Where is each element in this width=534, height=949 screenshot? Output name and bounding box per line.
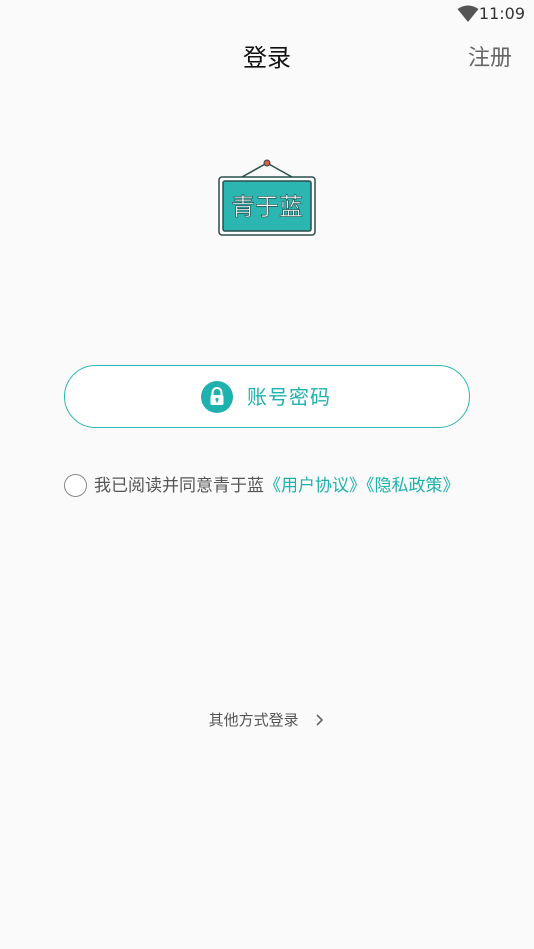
agreement-text: 我已阅读并同意青于蓝《用户协议》《隐私政策》 <box>94 473 460 499</box>
other-login-label: 其他方式登录 <box>208 711 299 729</box>
wifi-icon <box>457 5 479 22</box>
other-login-button[interactable]: 其他方式登录 <box>0 708 534 732</box>
agreement-radio[interactable] <box>64 474 87 497</box>
page-title: 登录 <box>243 44 291 72</box>
hanging-sign-logo: 青于蓝 <box>218 159 316 236</box>
status-bar: 11:09 <box>0 0 534 28</box>
user-agreement-link[interactable]: 《用户协议》 <box>264 476 366 496</box>
login-button-label: 账号密码 <box>247 385 331 409</box>
chevron-right-icon <box>316 714 324 726</box>
register-button[interactable]: 注册 <box>468 42 512 76</box>
status-time: 11:09 <box>478 4 525 23</box>
lock-icon <box>201 381 233 413</box>
agreement-row: 我已阅读并同意青于蓝《用户协议》《隐私政策》 <box>64 473 524 499</box>
privacy-policy-link[interactable]: 《隐私政策》 <box>366 476 460 496</box>
agreement-prefix: 我已阅读并同意青于蓝 <box>94 476 264 496</box>
account-password-login-button[interactable]: 账号密码 <box>64 365 470 428</box>
logo-text: 青于蓝 <box>231 193 303 221</box>
